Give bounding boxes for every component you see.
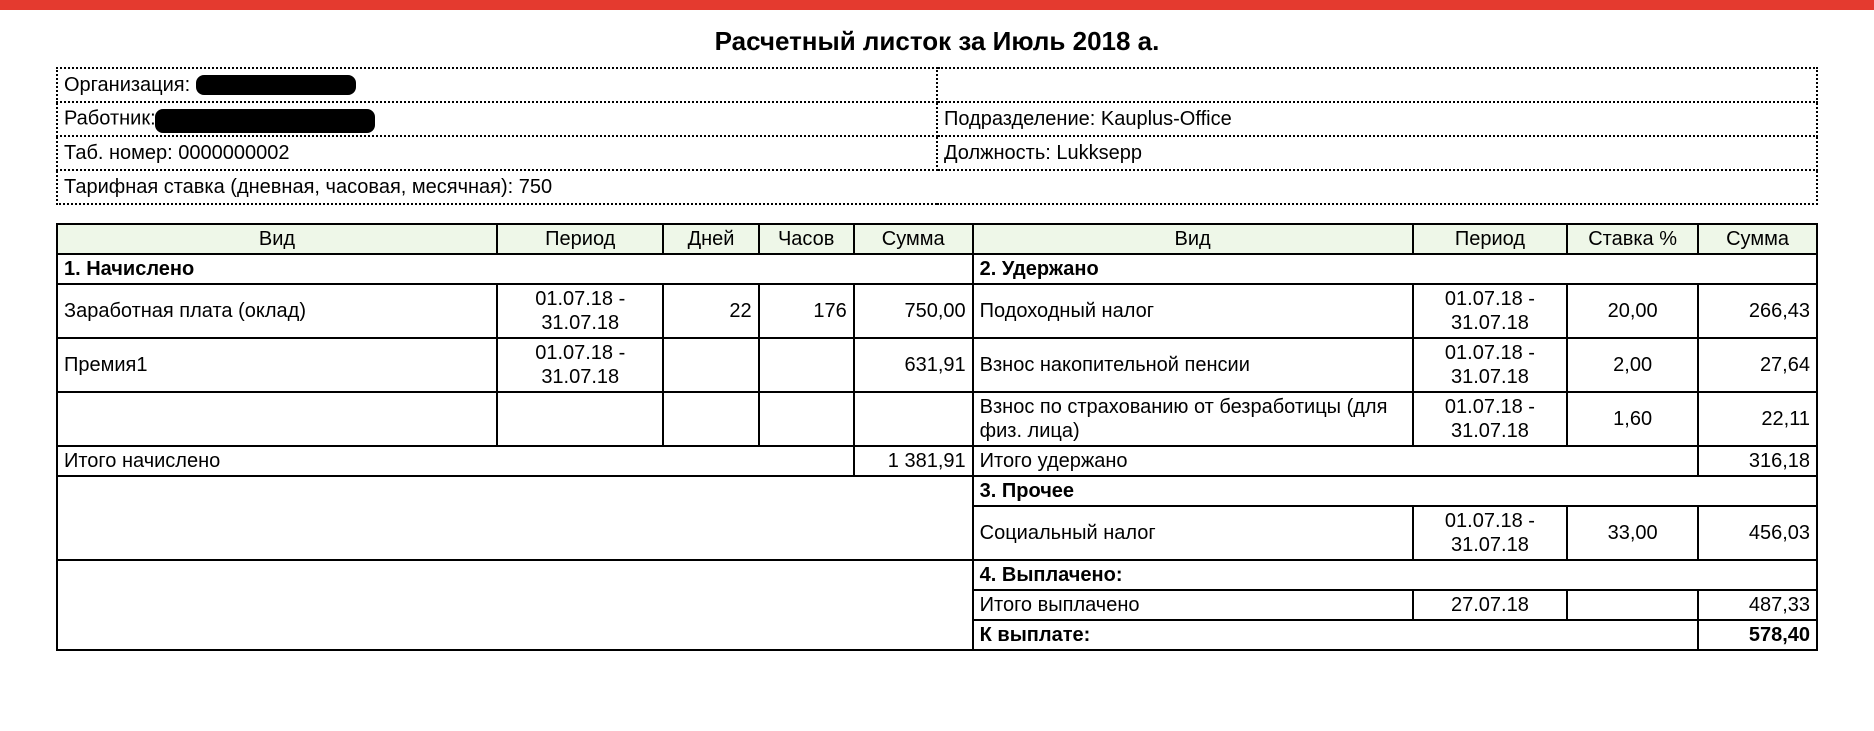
accrued-total-label: Итого начислено xyxy=(57,446,854,476)
page-title: Расчетный листок за Июль 2018 а. xyxy=(56,26,1818,57)
hdr-sum-right: Сумма xyxy=(1698,224,1817,254)
hdr-period-right: Период xyxy=(1413,224,1568,254)
accrued-name xyxy=(57,392,497,446)
accrued-hours: 176 xyxy=(759,284,854,338)
withheld-period: 01.07.18 - 31.07.18 xyxy=(1413,392,1568,446)
header-row: Вид Период Дней Часов Сумма Вид Период С… xyxy=(57,224,1817,254)
other-rate: 33,00 xyxy=(1567,506,1698,560)
other-name: Социальный налог xyxy=(973,506,1413,560)
blank-left-2 xyxy=(57,560,973,650)
pos-value: Lukksepp xyxy=(1056,142,1142,164)
worker-label: Работник: xyxy=(64,107,156,129)
accrued-name: Заработная плата (оклад) xyxy=(57,284,497,338)
dept-value: Kauplus-Office xyxy=(1101,108,1232,130)
paid-label: Итого выплачено xyxy=(973,590,1413,620)
section-paid: 4. Выплачено: xyxy=(973,560,1817,590)
hdr-rate: Ставка % xyxy=(1567,224,1698,254)
accrued-hours xyxy=(759,338,854,392)
accrued-period: 01.07.18 - 31.07.18 xyxy=(497,338,663,392)
other-sum: 456,03 xyxy=(1698,506,1817,560)
withheld-sum: 27,64 xyxy=(1698,338,1817,392)
dept-label: Подразделение: xyxy=(944,108,1095,130)
other-period: 01.07.18 - 31.07.18 xyxy=(1413,506,1568,560)
accrued-total: 1 381,91 xyxy=(854,446,973,476)
hdr-vid-right: Вид xyxy=(973,224,1413,254)
accrued-name: Премия1 xyxy=(57,338,497,392)
withheld-rate: 20,00 xyxy=(1567,284,1698,338)
accrued-sum xyxy=(854,392,973,446)
hdr-days: Дней xyxy=(663,224,758,254)
withheld-rate: 2,00 xyxy=(1567,338,1698,392)
withheld-sum: 266,43 xyxy=(1698,284,1817,338)
withheld-period: 01.07.18 - 31.07.18 xyxy=(1413,284,1568,338)
to-pay-sum: 578,40 xyxy=(1698,620,1817,650)
withheld-total: 316,18 xyxy=(1698,446,1817,476)
tab-value: 0000000002 xyxy=(178,142,289,164)
hdr-period-left: Период xyxy=(497,224,663,254)
paid-sum: 487,33 xyxy=(1698,590,1817,620)
withheld-total-label: Итого удержано xyxy=(973,446,1698,476)
withheld-name: Взнос накопительной пенсии xyxy=(973,338,1413,392)
table-row: Премия1 01.07.18 - 31.07.18 631,91 Взнос… xyxy=(57,338,1817,392)
accrued-period: 01.07.18 - 31.07.18 xyxy=(497,284,663,338)
withheld-period: 01.07.18 - 31.07.18 xyxy=(1413,338,1568,392)
pos-label: Должность: xyxy=(944,142,1051,164)
table-row: Взнос по страхованию от безработицы (для… xyxy=(57,392,1817,446)
redacted-worker xyxy=(155,109,375,133)
section-accrued: 1. Начислено xyxy=(57,254,973,284)
org-label: Организация: xyxy=(64,74,190,96)
accrued-days xyxy=(663,338,758,392)
redacted-org xyxy=(196,75,356,95)
withheld-name: Взнос по страхованию от безработицы (для… xyxy=(973,392,1413,446)
section-withheld: 2. Удержано xyxy=(973,254,1817,284)
table-row: Заработная плата (оклад) 01.07.18 - 31.0… xyxy=(57,284,1817,338)
paid-date: 27.07.18 xyxy=(1413,590,1568,620)
tariff-row: Тарифная ставка (дневная, часовая, месяч… xyxy=(57,170,1817,204)
accrued-sum: 631,91 xyxy=(854,338,973,392)
withheld-sum: 22,11 xyxy=(1698,392,1817,446)
payslip-document: Расчетный листок за Июль 2018 а. Организ… xyxy=(0,10,1874,731)
accrued-days: 22 xyxy=(663,284,758,338)
hdr-vid-left: Вид xyxy=(57,224,497,254)
to-pay-label: К выплате: xyxy=(973,620,1698,650)
hdr-sum-left: Сумма xyxy=(854,224,973,254)
accrued-days xyxy=(663,392,758,446)
paid-rate xyxy=(1567,590,1698,620)
withheld-rate: 1,60 xyxy=(1567,392,1698,446)
blank-left xyxy=(57,476,973,560)
accrued-hours xyxy=(759,392,854,446)
totals-row: Итого начислено 1 381,91 Итого удержано … xyxy=(57,446,1817,476)
meta-block: Организация: Работник: Подразделение: Ka… xyxy=(56,67,1818,205)
top-red-bar xyxy=(0,0,1874,10)
tab-label: Таб. номер: xyxy=(64,142,173,164)
withheld-name: Подоходный налог xyxy=(973,284,1413,338)
accrued-period xyxy=(497,392,663,446)
accrued-sum: 750,00 xyxy=(854,284,973,338)
payslip-table: Вид Период Дней Часов Сумма Вид Период С… xyxy=(56,223,1818,651)
section-other: 3. Прочее xyxy=(973,476,1817,506)
hdr-hours: Часов xyxy=(759,224,854,254)
